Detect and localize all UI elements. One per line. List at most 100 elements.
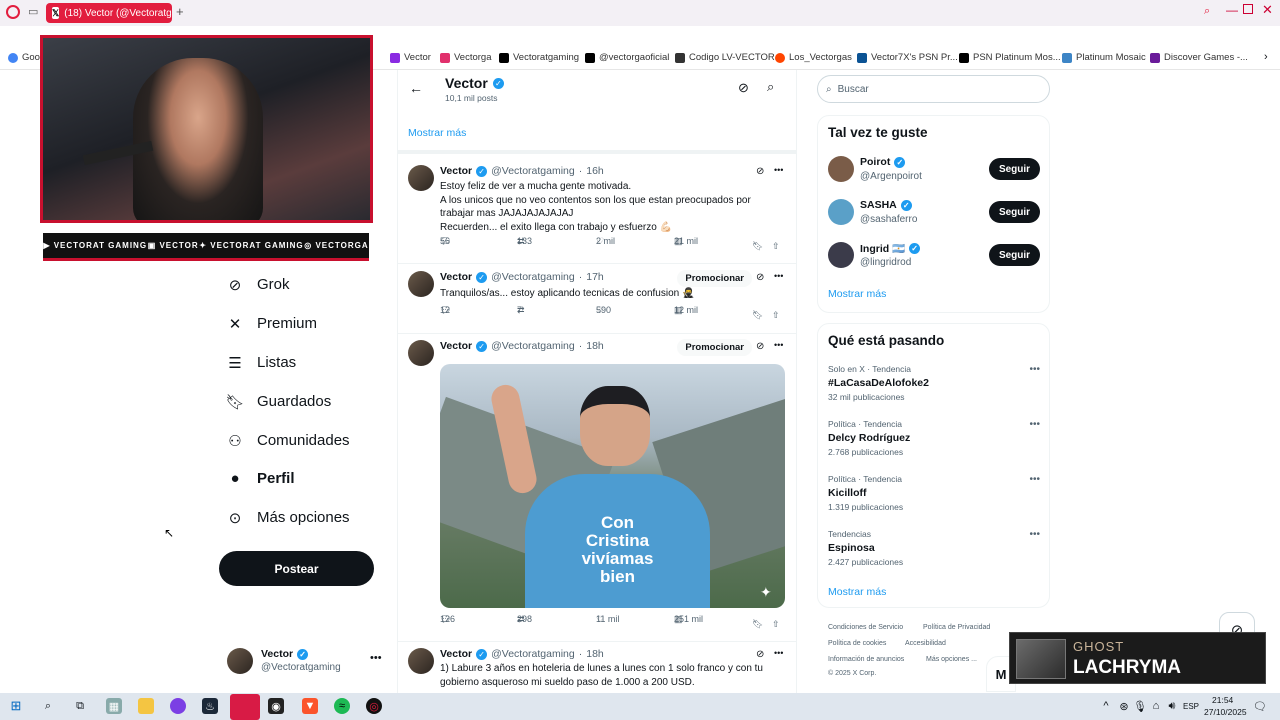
windows-start-icon[interactable]: ⊞ xyxy=(8,698,24,714)
nav-item-grok[interactable]: ⊘ Grok xyxy=(227,276,290,294)
search-input[interactable]: ⌕ Buscar xyxy=(817,75,1050,103)
more-icon[interactable]: ••• xyxy=(774,648,783,658)
trend-item[interactable]: Solo en X · Tendencia #LaCasaDeAlofoke2 32… xyxy=(828,364,1040,409)
bookmark-item[interactable]: Vector7X's PSN Pr... xyxy=(857,52,958,63)
trend-item[interactable]: Política · Tendencia Kicilloff 1.319 publi… xyxy=(828,474,1040,519)
share-icon[interactable]: ⇧ xyxy=(772,619,780,630)
follow-button[interactable]: Seguir xyxy=(989,158,1040,180)
bookmark-item[interactable]: Vector xyxy=(390,52,431,63)
notifications-icon[interactable]: 🗨︎ xyxy=(1252,698,1268,714)
tweet[interactable]: Vector ✓ @Vectoratgaming · 18h Promocionar ⊘… xyxy=(398,334,796,642)
bookmark-item[interactable]: Codigo LV-VECTOR xyxy=(675,52,775,63)
bookmark-item[interactable]: Los_Vectorgas xyxy=(775,52,852,63)
footer-link[interactable]: Más opciones ... xyxy=(926,656,977,663)
opera-logo-icon[interactable] xyxy=(6,5,20,19)
bookmark-icon[interactable]: 🔖︎ xyxy=(752,241,763,252)
tweet-handle[interactable]: @Vectoratgaming xyxy=(491,165,575,177)
grok-icon[interactable]: ⊘ xyxy=(756,649,764,660)
minimize-icon[interactable]: — xyxy=(1226,3,1238,17)
tweet-time[interactable]: 17h xyxy=(586,271,604,283)
footer-link[interactable]: Información de anuncios xyxy=(828,656,904,663)
grok-icon[interactable]: ⊘ xyxy=(756,341,764,352)
nav-item-mas-opciones[interactable]: ⊙ Más opciones xyxy=(227,509,350,527)
steam-icon[interactable]: ♨ xyxy=(202,698,218,714)
tweet-time[interactable]: 16h xyxy=(586,165,604,177)
search-icon[interactable]: ⌕ xyxy=(40,698,56,714)
show-more-link[interactable]: Mostrar más xyxy=(828,288,886,300)
footer-link[interactable]: Accesibilidad xyxy=(905,640,946,647)
post-button[interactable]: Postear xyxy=(219,551,374,586)
more-icon[interactable]: ••• xyxy=(1029,364,1040,375)
clock-time[interactable]: 21:54 xyxy=(1212,695,1233,705)
show-more-link[interactable]: Mostrar más xyxy=(408,127,466,139)
spotify-icon[interactable]: ≈ xyxy=(334,698,350,714)
trend-item[interactable]: Tendencias Espinosa 2.427 publicaciones ••… xyxy=(828,529,1040,574)
show-more-link[interactable]: Mostrar más xyxy=(828,586,886,598)
new-tab-icon[interactable]: + xyxy=(176,4,184,19)
microphone-icon[interactable]: 🎙︎ xyxy=(1132,698,1148,714)
tray-app-icon[interactable]: ⊛ xyxy=(1116,698,1132,714)
task-view-icon[interactable]: ⧉ xyxy=(72,698,88,714)
bookmark-icon[interactable]: 🔖︎ xyxy=(752,310,763,321)
bookmark-item[interactable]: Discover Games -... xyxy=(1150,52,1248,63)
search-icon[interactable]: ⌕ xyxy=(767,79,774,95)
tweet-time[interactable]: 18h xyxy=(586,340,604,352)
tweet-image[interactable]: Con Cristina vivíamas bien ✦ xyxy=(440,364,785,608)
back-arrow-icon[interactable]: ← xyxy=(409,80,423,96)
language-indicator[interactable]: ESP xyxy=(1183,702,1199,711)
tweet-author[interactable]: Vector xyxy=(440,648,472,660)
network-icon[interactable]: ⌂ xyxy=(1148,698,1164,714)
app-icon[interactable]: ▦ xyxy=(106,698,122,714)
close-icon[interactable]: ✕ xyxy=(1262,2,1273,18)
tweet[interactable]: Vector ✓ @Vectoratgaming · 18h ⊘ ••• 1) Labu… xyxy=(398,642,796,693)
active-tab[interactable]: 𝕏 (18) Vector (@Vectoratga xyxy=(46,3,172,23)
tweet-author[interactable]: Vector xyxy=(440,340,472,352)
follow-button[interactable]: Seguir xyxy=(989,244,1040,266)
nav-item-guardados[interactable]: 🔖︎ Guardados xyxy=(225,393,331,411)
share-icon[interactable]: ⇧ xyxy=(772,241,780,252)
more-icon[interactable]: ••• xyxy=(774,165,783,175)
more-icon[interactable]: ••• xyxy=(774,340,783,350)
maximize-icon[interactable] xyxy=(1243,4,1253,14)
more-icon[interactable]: ••• xyxy=(774,271,783,281)
tweet[interactable]: Vector ✓ @Vectoratgaming · 16h ⊘ ••• Estoy f… xyxy=(398,154,796,264)
app-red-icon[interactable] xyxy=(230,694,260,720)
nav-item-premium[interactable]: ✕ Premium xyxy=(227,315,317,333)
more-icon[interactable]: ••• xyxy=(1029,529,1040,540)
brave-icon[interactable]: ▼ xyxy=(302,698,318,714)
grok-icon[interactable]: ⊘ xyxy=(738,80,749,96)
nav-item-comunidades[interactable]: ⚇ Comunidades xyxy=(227,432,349,450)
tab-overview-icon[interactable]: ▭ xyxy=(28,5,38,18)
obs-icon[interactable]: ◉ xyxy=(268,698,284,714)
opera-gx-icon[interactable] xyxy=(170,698,186,714)
bookmark-item[interactable]: Vectoratgaming xyxy=(499,52,579,63)
clock-date[interactable]: 27/10/2025 xyxy=(1204,707,1247,717)
file-explorer-icon[interactable] xyxy=(138,698,154,714)
bookmark-item[interactable]: PSN Platinum Mos... xyxy=(959,52,1061,63)
app-dark-icon[interactable]: ◎ xyxy=(366,698,382,714)
promote-button[interactable]: Promocionar xyxy=(677,270,752,287)
follow-suggestion[interactable]: SASHA ✓ @sashaferro Seguir xyxy=(828,199,1040,231)
bookmark-item[interactable]: Vectorga xyxy=(440,52,492,63)
footer-link[interactable]: Política de cookies xyxy=(828,640,886,647)
more-icon[interactable]: ••• xyxy=(1029,474,1040,485)
volume-icon[interactable]: 🔊︎ xyxy=(1164,698,1180,714)
nav-item-perfil[interactable]: ● Perfil xyxy=(227,470,294,487)
nav-item-listas[interactable]: ☰ Listas xyxy=(227,354,296,372)
search-icon[interactable]: ⌕ xyxy=(1204,5,1210,18)
tweet-author[interactable]: Vector xyxy=(440,271,472,283)
bookmark-item[interactable]: @vectorgaoficial xyxy=(585,52,669,63)
tweet-author[interactable]: Vector xyxy=(440,165,472,177)
promote-button[interactable]: Promocionar xyxy=(677,339,752,356)
bookmark-icon[interactable]: 🔖︎ xyxy=(752,619,763,630)
footer-link[interactable]: Condiciones de Servicio xyxy=(828,624,903,631)
more-icon[interactable]: ••• xyxy=(370,652,382,664)
tweet[interactable]: Vector ✓ @Vectoratgaming · 17h Promocionar ⊘… xyxy=(398,264,796,334)
follow-button[interactable]: Seguir xyxy=(989,201,1040,223)
trend-item[interactable]: Política · Tendencia Delcy Rodríguez 2.768… xyxy=(828,419,1040,464)
tweet-handle[interactable]: @Vectoratgaming xyxy=(491,271,575,283)
follow-suggestion[interactable]: Poirot ✓ @Argenpoirot Seguir xyxy=(828,156,1040,188)
tweet-handle[interactable]: @Vectoratgaming xyxy=(491,340,575,352)
bookmarks-overflow-icon[interactable]: › xyxy=(1264,51,1268,63)
more-icon[interactable]: ••• xyxy=(1029,419,1040,430)
